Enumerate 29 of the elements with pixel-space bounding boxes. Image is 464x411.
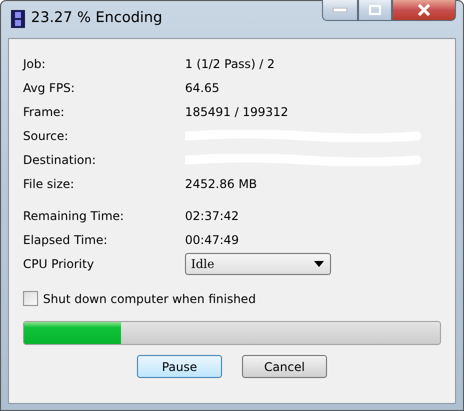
- maximize-icon: [369, 5, 381, 15]
- field-label: Frame:: [23, 105, 66, 119]
- minimize-icon: [333, 8, 347, 12]
- field-value: 64.65: [185, 81, 220, 95]
- field-label: Destination:: [23, 153, 97, 167]
- window-title: 23.27 % Encoding: [31, 10, 164, 26]
- film-icon: [11, 10, 25, 28]
- maximize-button[interactable]: [358, 0, 392, 21]
- field-value: 00:47:49: [185, 233, 239, 247]
- minimize-button[interactable]: [322, 0, 358, 21]
- field-label: Remaining Time:: [23, 209, 125, 223]
- field-label: CPU Priority: [23, 257, 95, 271]
- field-value: 185491 / 199312: [185, 105, 288, 119]
- field-value: 2452.86 MB: [185, 177, 258, 191]
- priority-dropdown[interactable]: Idle: [185, 253, 331, 275]
- dialog-button[interactable]: Pause: [137, 355, 222, 378]
- close-icon: [417, 4, 431, 16]
- dialog-button[interactable]: Cancel: [242, 355, 327, 378]
- shutdown-checkbox[interactable]: [23, 291, 38, 306]
- field-label: Elapsed Time:: [23, 233, 108, 247]
- field-label: File size:: [23, 177, 76, 191]
- checkbox-label: Shut down computer when finished: [43, 292, 256, 306]
- dropdown-arrow-icon: [314, 261, 324, 267]
- field-label: Source:: [23, 129, 70, 143]
- field-label: Avg FPS:: [23, 81, 76, 95]
- close-button[interactable]: [392, 0, 456, 21]
- field-label: Job:: [23, 57, 47, 71]
- field-value: 1 (1/2 Pass) / 2: [185, 57, 275, 71]
- field-value: 02:37:42: [185, 209, 239, 223]
